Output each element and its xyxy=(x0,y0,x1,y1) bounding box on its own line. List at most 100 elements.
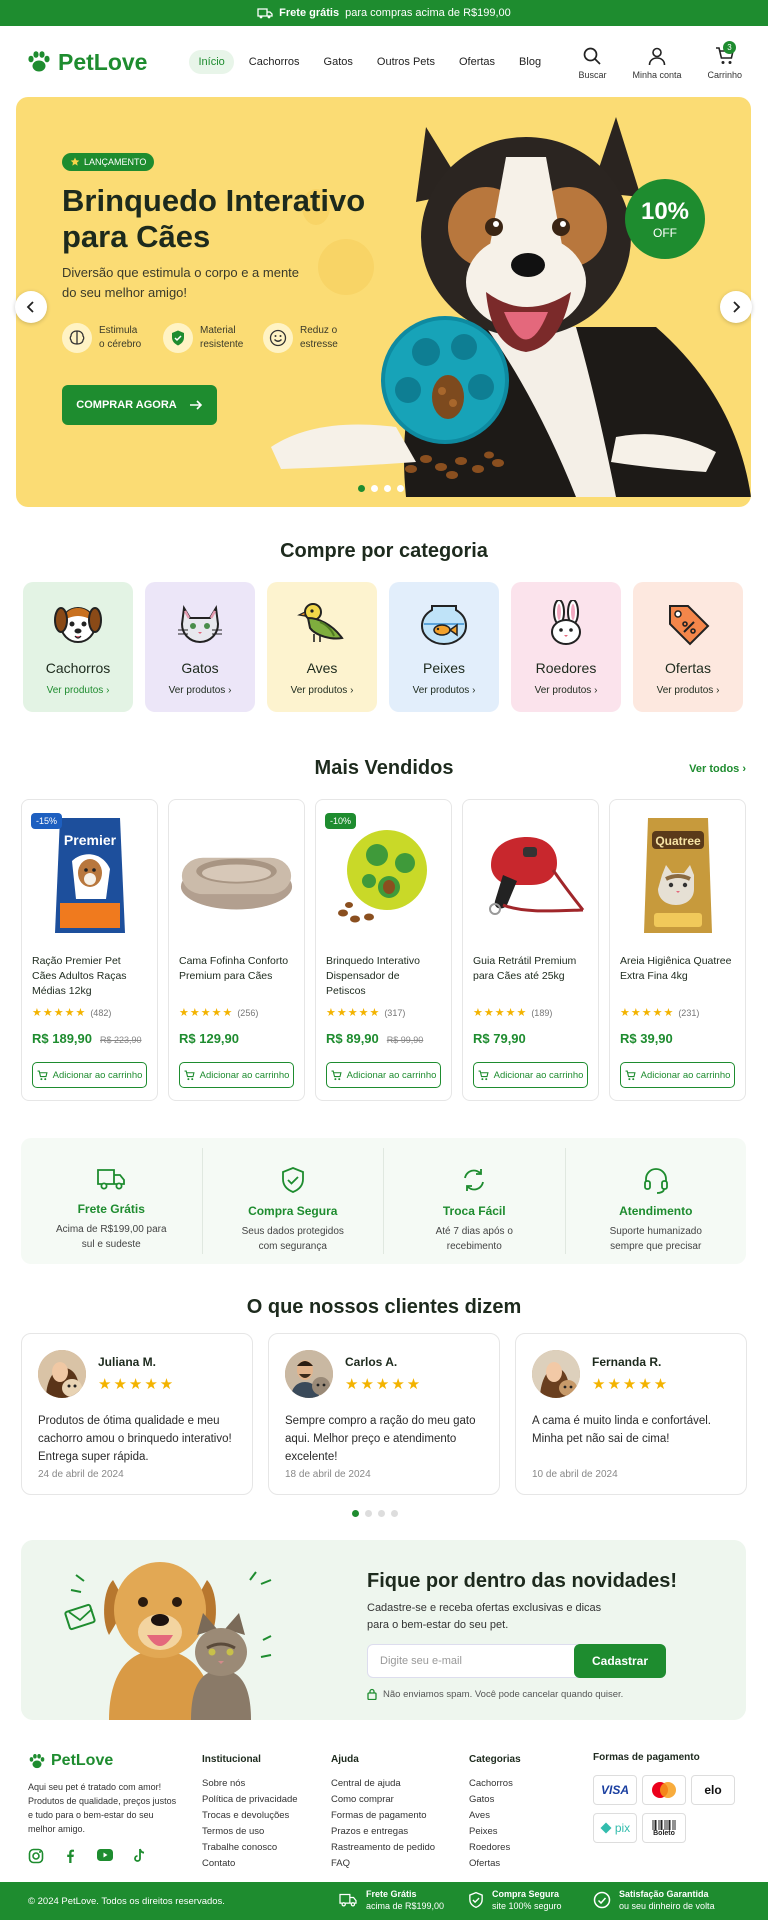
footer-link[interactable]: Trabalhe conosco xyxy=(202,1840,298,1856)
footer-link[interactable]: Gatos xyxy=(469,1792,521,1808)
hero-prev-button[interactable] xyxy=(15,291,47,323)
category-link[interactable]: Ver produtos › xyxy=(535,685,598,696)
instagram-icon[interactable] xyxy=(28,1848,44,1864)
add-to-cart-button[interactable]: Adicionar ao carrinho xyxy=(32,1062,147,1088)
nav-item-blog[interactable]: Blog xyxy=(510,50,550,74)
footer-link[interactable]: Sobre nós xyxy=(202,1776,298,1792)
bottom-benefit: Compra Segura site 100% seguro xyxy=(468,1888,562,1912)
footer-link[interactable]: Prazos e entregas xyxy=(331,1824,435,1840)
category-link[interactable]: Ver produtos › xyxy=(657,685,720,696)
category-card-roedores[interactable]: Roedores Ver produtos › xyxy=(511,582,621,712)
footer-link[interactable]: Ofertas xyxy=(469,1856,521,1872)
see-all-link[interactable]: Ver todos › xyxy=(689,763,746,775)
footer-link[interactable]: Termos de uso xyxy=(202,1824,298,1840)
guarantee-icon xyxy=(593,1891,611,1909)
product-price: R$ 129,90 xyxy=(179,1031,239,1046)
footer-link[interactable]: Trocas e devoluções xyxy=(202,1808,298,1824)
product-card[interactable]: Quatree Areia Higiênica Quatree Extra Fi… xyxy=(609,799,746,1101)
footer-link[interactable]: Cachorros xyxy=(469,1776,521,1792)
product-price: R$ 79,90 xyxy=(473,1031,526,1046)
social-links xyxy=(28,1848,178,1864)
hero-next-button[interactable] xyxy=(720,291,752,323)
rating-stars: ★★★★★ xyxy=(179,1007,234,1019)
add-to-cart-button[interactable]: Adicionar ao carrinho xyxy=(179,1062,294,1088)
tiktok-icon[interactable] xyxy=(132,1848,146,1864)
category-link[interactable]: Ver produtos › xyxy=(413,685,476,696)
reviewer-name: Juliana M. xyxy=(98,1355,157,1369)
retractable-leash-image xyxy=(489,837,585,915)
cart-button[interactable]: 3 Carrinho xyxy=(707,41,742,80)
bottom-benefit-sub: site 100% seguro xyxy=(492,1901,562,1911)
product-card[interactable]: Cama Fofinha Conforto Premium para Cães … xyxy=(168,799,305,1101)
footer-link[interactable]: FAQ xyxy=(331,1856,435,1872)
testimonial-dot[interactable] xyxy=(352,1510,359,1517)
hero-dot[interactable] xyxy=(358,485,365,492)
category-card-aves[interactable]: Aves Ver produtos › xyxy=(267,582,377,712)
hero-dot[interactable] xyxy=(397,485,404,492)
avatar-photo xyxy=(285,1350,333,1398)
buy-now-button[interactable]: COMPRAR AGORA xyxy=(62,385,217,425)
nav-item-gatos[interactable]: Gatos xyxy=(315,50,362,74)
product-name[interactable]: Guia Retrátil Premium para Cães até 25kg xyxy=(473,954,588,1002)
product-card[interactable]: -10% Brinquedo Interativo Dispensador de… xyxy=(315,799,452,1101)
footer-link[interactable]: Contato xyxy=(202,1856,298,1872)
product-name[interactable]: Brinquedo Interativo Dispensador de Peti… xyxy=(326,954,441,1002)
testimonial-dot[interactable] xyxy=(378,1510,385,1517)
rating-stars: ★★★★★ xyxy=(345,1376,423,1393)
email-input[interactable]: Digite seu e-mail xyxy=(367,1644,577,1678)
nav-item-outros-pets[interactable]: Outros Pets xyxy=(368,50,444,74)
nav-item-inicio[interactable]: Início xyxy=(189,50,234,74)
nav-item-ofertas[interactable]: Ofertas xyxy=(450,50,504,74)
category-link[interactable]: Ver produtos › xyxy=(47,685,110,696)
category-card-gatos[interactable]: Gatos Ver produtos › xyxy=(145,582,255,712)
product-card[interactable]: Guia Retrátil Premium para Cães até 25kg… xyxy=(462,799,599,1101)
dog-bed-image xyxy=(180,857,293,910)
product-name[interactable]: Areia Higiênica Quatree Extra Fina 4kg xyxy=(620,954,735,1002)
footer-link[interactable]: Rastreamento de pedido xyxy=(331,1840,435,1856)
testimonial-text: Sempre compro a ração do meu gato aqui. … xyxy=(285,1415,476,1463)
category-list: Cachorros Ver produtos › Gatos Ver produ… xyxy=(23,582,743,712)
hero-dot[interactable] xyxy=(371,485,378,492)
category-link[interactable]: Ver produtos › xyxy=(169,685,232,696)
product-name[interactable]: Cama Fofinha Conforto Premium para Cães xyxy=(179,954,294,1002)
product-card[interactable]: Premier -15% Ração Premier Pet Cães Adul… xyxy=(21,799,158,1101)
footer-link[interactable]: Política de privacidade xyxy=(202,1792,298,1808)
add-to-cart-button[interactable]: Adicionar ao carrinho xyxy=(620,1062,735,1088)
footer-link[interactable]: Aves xyxy=(469,1808,521,1824)
youtube-icon[interactable] xyxy=(96,1848,114,1862)
search-button[interactable]: Buscar xyxy=(578,46,606,80)
testimonial-dot[interactable] xyxy=(365,1510,372,1517)
nav-item-cachorros[interactable]: Cachorros xyxy=(240,50,309,74)
site-header: PetLove Início Cachorros Gatos Outros Pe… xyxy=(0,26,768,98)
mastercard-logo xyxy=(642,1775,686,1805)
account-button[interactable]: Minha conta xyxy=(632,46,681,80)
footer-link[interactable]: Roedores xyxy=(469,1840,521,1856)
subscribe-button[interactable]: Cadastrar xyxy=(574,1644,666,1678)
category-link[interactable]: Ver produtos › xyxy=(291,685,354,696)
treat-dispenser-image xyxy=(337,830,427,923)
category-card-ofertas[interactable]: Ofertas Ver produtos › xyxy=(633,582,743,712)
product-name[interactable]: Ração Premier Pet Cães Adultos Raças Méd… xyxy=(32,954,147,1002)
add-to-cart-button[interactable]: Adicionar ao carrinho xyxy=(326,1062,441,1088)
reviewer-name: Carlos A. xyxy=(345,1355,398,1369)
bottom-bar: © 2024 PetLove. Todos os direitos reserv… xyxy=(0,1882,768,1920)
footer-link[interactable]: Como comprar xyxy=(331,1792,435,1808)
product-price: R$ 189,90 xyxy=(32,1031,92,1046)
category-card-cachorros[interactable]: Cachorros Ver produtos › xyxy=(23,582,133,712)
footer-link[interactable]: Formas de pagamento xyxy=(331,1808,435,1824)
add-to-cart-button[interactable]: Adicionar ao carrinho xyxy=(473,1062,588,1088)
testimonial-dot[interactable] xyxy=(391,1510,398,1517)
benefit-title: Atendimento xyxy=(619,1204,693,1218)
site-logo[interactable]: PetLove xyxy=(26,49,147,76)
footer-link[interactable]: Peixes xyxy=(469,1824,521,1840)
rating-stars: ★★★★★ xyxy=(98,1376,176,1393)
testimonial-pagination xyxy=(352,1510,398,1517)
hero-dot[interactable] xyxy=(384,485,391,492)
footer-logo[interactable]: PetLove xyxy=(28,1752,178,1770)
boleto-label: Boleto xyxy=(653,1829,675,1837)
footer-link[interactable]: Central de ajuda xyxy=(331,1776,435,1792)
facebook-icon[interactable] xyxy=(62,1848,78,1864)
price-tag-icon xyxy=(669,605,710,646)
testimonials-title: O que nossos clientes dizem xyxy=(246,1296,522,1318)
category-card-peixes[interactable]: Peixes Ver produtos › xyxy=(389,582,499,712)
